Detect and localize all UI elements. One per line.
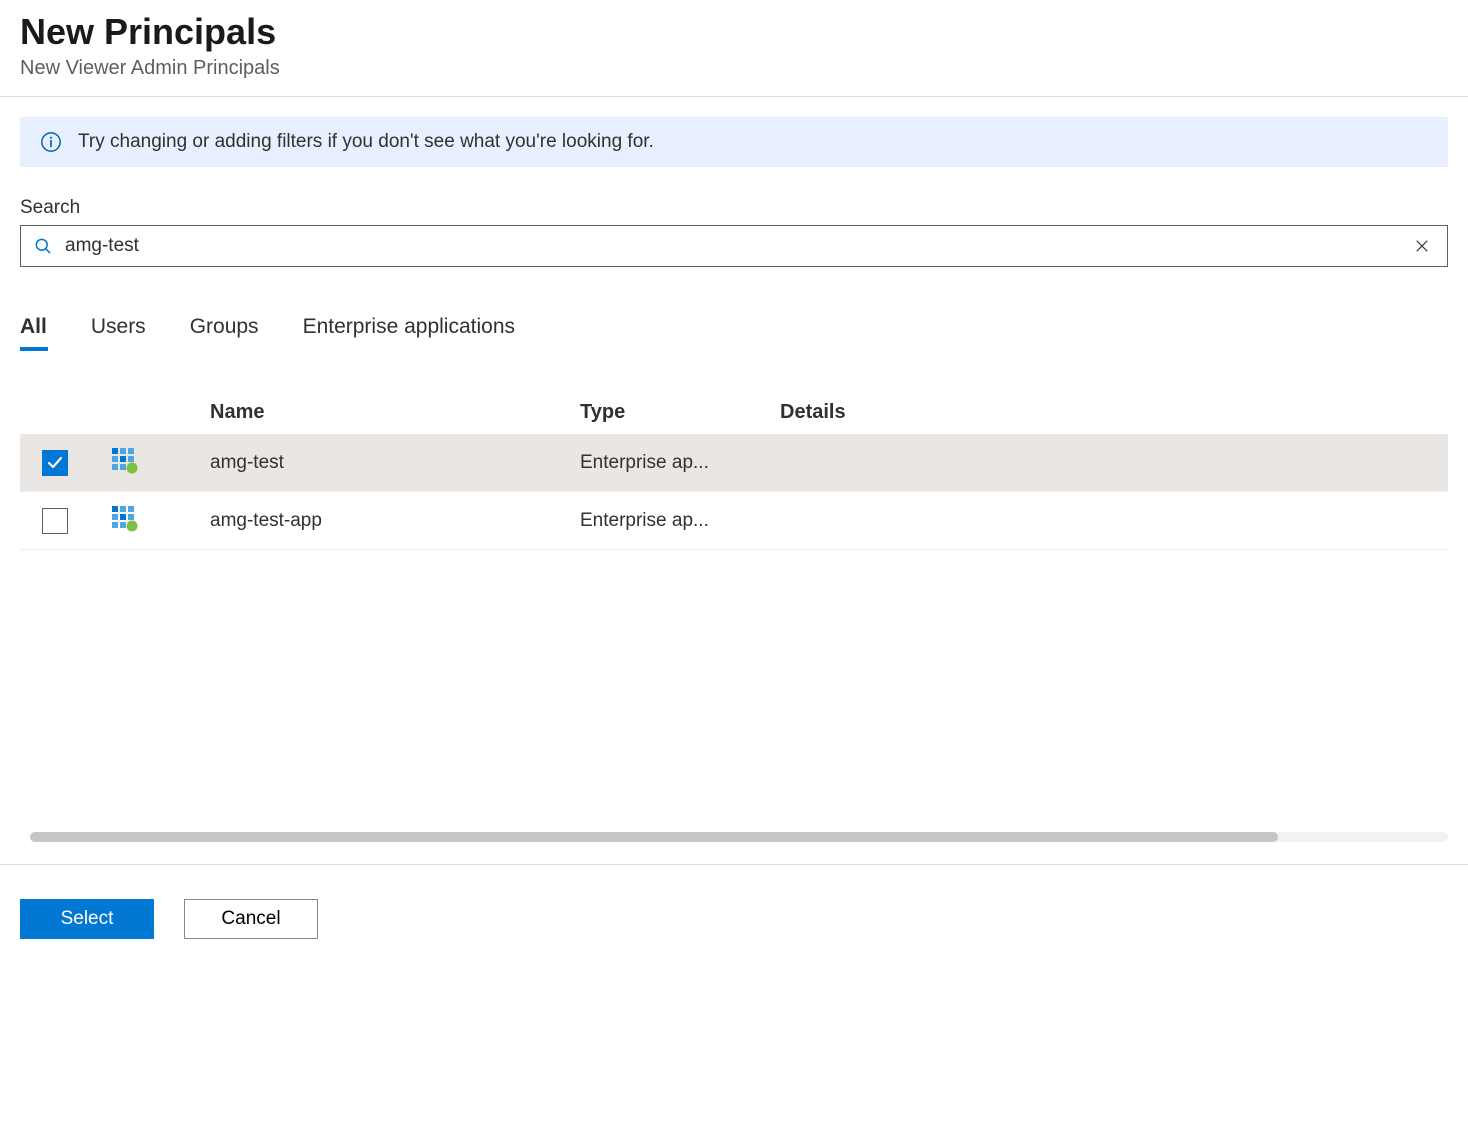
column-header-details[interactable]: Details xyxy=(780,401,1448,424)
horizontal-scrollbar[interactable] xyxy=(30,832,1448,842)
scrollbar-thumb[interactable] xyxy=(30,832,1278,842)
tab-all[interactable]: All xyxy=(20,315,47,347)
tab-groups[interactable]: Groups xyxy=(190,315,259,347)
column-header-type[interactable]: Type xyxy=(580,401,780,424)
select-button[interactable]: Select xyxy=(20,899,154,939)
enterprise-app-icon xyxy=(110,504,138,532)
info-icon xyxy=(40,131,62,153)
content-area: Try changing or adding filters if you do… xyxy=(0,97,1468,570)
footer: Select Cancel xyxy=(0,864,1468,1144)
clear-search-button[interactable] xyxy=(1409,233,1435,259)
tabs: All Users Groups Enterprise applications xyxy=(20,315,1448,347)
header: New Principals New Viewer Admin Principa… xyxy=(0,0,1468,96)
row-name: amg-test-app xyxy=(210,510,580,532)
row-type: Enterprise ap... xyxy=(580,452,780,474)
row-name: amg-test xyxy=(210,452,580,474)
tab-enterprise-applications[interactable]: Enterprise applications xyxy=(303,315,515,347)
info-banner-text: Try changing or adding filters if you do… xyxy=(78,131,654,153)
table-row[interactable]: amg-test Enterprise ap... xyxy=(20,434,1448,492)
page-subtitle: New Viewer Admin Principals xyxy=(20,57,1448,80)
search-field[interactable] xyxy=(20,225,1448,267)
table-row[interactable]: amg-test-app Enterprise ap... xyxy=(20,492,1448,550)
page-title: New Principals xyxy=(20,10,1448,53)
cancel-button[interactable]: Cancel xyxy=(184,899,318,939)
search-label: Search xyxy=(20,197,1448,219)
info-banner: Try changing or adding filters if you do… xyxy=(20,117,1448,167)
column-header-name[interactable]: Name xyxy=(210,401,580,424)
tab-users[interactable]: Users xyxy=(91,315,146,347)
row-type: Enterprise ap... xyxy=(580,510,780,532)
search-input[interactable] xyxy=(65,235,1397,257)
row-checkbox[interactable] xyxy=(42,508,68,534)
enterprise-app-icon xyxy=(110,446,138,474)
row-checkbox[interactable] xyxy=(42,450,68,476)
check-icon xyxy=(47,455,63,471)
close-icon xyxy=(1413,237,1431,255)
table-header: Name Type Details xyxy=(20,391,1448,434)
table-body: amg-test Enterprise ap... amg-test-app E… xyxy=(20,434,1448,550)
search-icon xyxy=(33,236,53,256)
